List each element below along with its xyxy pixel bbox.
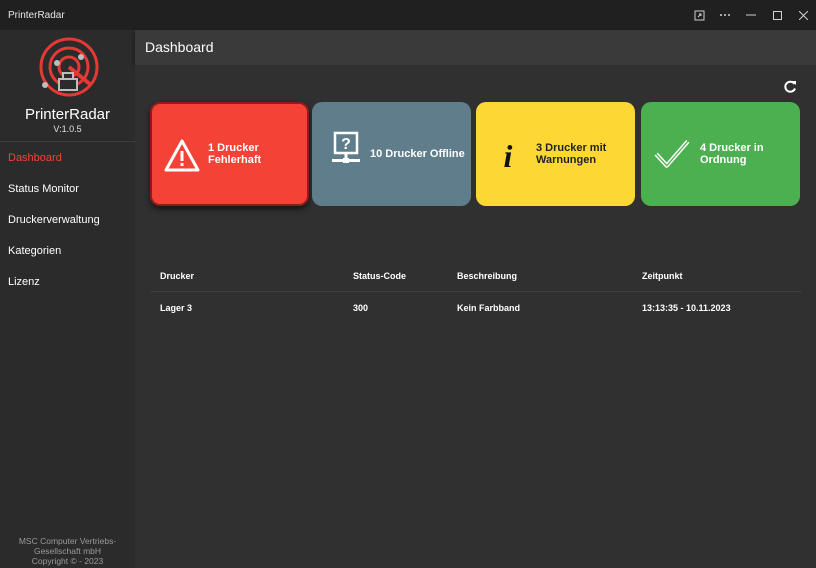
cell-beschreibung: Kein Farbband xyxy=(457,303,521,313)
dashboard-content: 1 Drucker Fehlerhaft ? 10 Drucker Offlin… xyxy=(135,65,816,568)
sidebar-item-dashboard[interactable]: Dashboard xyxy=(0,143,135,174)
page-title: Dashboard xyxy=(145,39,214,55)
page-header: Dashboard xyxy=(135,30,816,65)
card-offline-line1: 10 Drucker Offline xyxy=(370,148,465,160)
checkmark-icon xyxy=(654,140,690,168)
card-fehlerhaft-line1: 1 Drucker xyxy=(208,142,259,154)
card-warnungen[interactable]: i 3 Drucker mit Warnungen xyxy=(476,102,635,206)
svg-text:?: ? xyxy=(341,136,351,153)
minimize-icon[interactable] xyxy=(738,0,764,30)
card-ordnung-line1: 4 Drucker in xyxy=(700,142,764,154)
sidebar-item-lizenz[interactable]: Lizenz xyxy=(0,267,135,298)
card-ordnung-label: 4 Drucker in Ordnung xyxy=(700,142,764,166)
more-icon[interactable] xyxy=(712,0,738,30)
copyright-line-3: Copyright © - 2023 xyxy=(31,556,104,566)
card-ordnung-line2: Ordnung xyxy=(700,154,747,166)
sidebar-item-druckerverwaltung[interactable]: Druckerverwaltung xyxy=(0,205,135,236)
window-controls xyxy=(686,0,816,30)
copyright-line-2: Gesellschaft mbH xyxy=(33,546,102,556)
column-header-zeitpunkt[interactable]: Zeitpunkt xyxy=(642,260,802,291)
cell-zeitpunkt: 13:13:35 - 10.11.2023 xyxy=(642,303,731,313)
title-bar: PrinterRadar xyxy=(0,0,816,30)
status-table: Drucker Status-Code Beschreibung Zeitpun… xyxy=(150,260,802,324)
radar-printer-logo-icon xyxy=(39,37,99,97)
card-warnungen-line2: Warnungen xyxy=(536,154,597,166)
sidebar-divider xyxy=(0,141,135,142)
app-version: V:1.0.5 xyxy=(53,124,82,134)
svg-text:i: i xyxy=(504,138,513,172)
card-offline-label: 10 Drucker Offline xyxy=(370,148,465,160)
close-icon[interactable] xyxy=(790,0,816,30)
sidebar: PrinterRadar V:1.0.5 Dashboard Status Mo… xyxy=(0,30,135,568)
card-fehlerhaft-line2: Fehlerhaft xyxy=(208,154,262,166)
card-warnungen-line1: 3 Drucker mit xyxy=(536,142,607,154)
restore-icon[interactable] xyxy=(686,0,712,30)
maximize-icon[interactable] xyxy=(764,0,790,30)
refresh-icon[interactable] xyxy=(782,79,798,95)
copyright: MSC Computer Vertriebs- Gesellschaft mbH… xyxy=(0,536,135,566)
sidebar-item-status-monitor[interactable]: Status Monitor xyxy=(0,174,135,205)
column-header-drucker[interactable]: Drucker xyxy=(150,260,353,291)
cell-drucker: Lager 3 xyxy=(160,303,193,313)
sidebar-nav: Dashboard Status Monitor Druckerverwaltu… xyxy=(0,143,135,298)
offline-network-icon: ? xyxy=(332,131,360,163)
card-warnungen-label: 3 Drucker mit Warnungen xyxy=(536,142,606,166)
table-row[interactable]: Lager 3 300 Kein Farbband 13:13:35 - 10.… xyxy=(150,292,802,324)
app-name: PrinterRadar xyxy=(24,106,111,123)
table-header: Drucker Status-Code Beschreibung Zeitpun… xyxy=(150,260,802,292)
cell-status-code: 300 xyxy=(353,303,369,313)
copyright-line-1: MSC Computer Vertriebs- xyxy=(18,536,117,546)
info-icon: i xyxy=(504,138,513,172)
window-title: PrinterRadar xyxy=(8,9,65,21)
card-ordnung[interactable]: 4 Drucker in Ordnung xyxy=(641,102,800,206)
card-fehlerhaft[interactable]: 1 Drucker Fehlerhaft xyxy=(150,102,309,206)
warning-triangle-icon xyxy=(164,139,200,172)
card-fehlerhaft-label: 1 Drucker Fehlerhaft xyxy=(208,142,261,166)
column-header-beschreibung[interactable]: Beschreibung xyxy=(457,260,642,291)
sidebar-item-kategorien[interactable]: Kategorien xyxy=(0,236,135,267)
column-header-status-code[interactable]: Status-Code xyxy=(353,260,457,291)
card-offline[interactable]: ? 10 Drucker Offline xyxy=(312,102,471,206)
